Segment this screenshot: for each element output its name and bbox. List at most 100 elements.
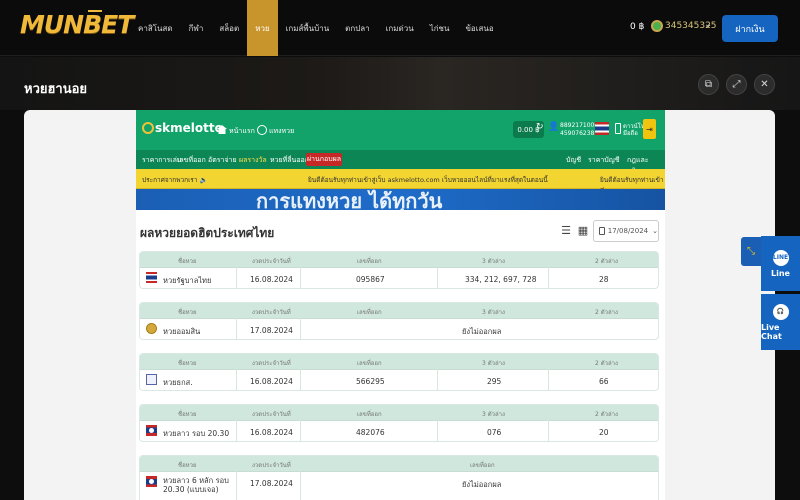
result-card: ชื่อหวย งวดประจำวันที่ เลขที่ออก 3 ตัวล่… bbox=[139, 404, 659, 442]
ticker-label-text: ประกาศจากพวกเรา bbox=[142, 176, 198, 184]
thai-flag-icon[interactable] bbox=[595, 122, 609, 135]
lotto-menu-account[interactable]: บัญชี bbox=[566, 155, 581, 166]
result-card: ชื่อหวย งวดประจำวันที่ เลขที่ออก 3 ตัวล่… bbox=[139, 251, 659, 289]
card-header: ชื่อหวย งวดประจำวันที่ เลขที่ออก 3 ตัวล่… bbox=[140, 303, 658, 318]
lotto-menu-results[interactable]: ผลรางวัล bbox=[239, 155, 267, 166]
nav-item-fishing[interactable]: ตกปลา bbox=[337, 0, 378, 56]
card-body: หวยลาว รอบ 20.30 16.08.2024 482076 076 2… bbox=[140, 420, 658, 441]
lotto-menu-closed[interactable]: หวยที่ลื่นออก bbox=[270, 155, 309, 166]
brand-logo[interactable]: MUNBET bbox=[20, 10, 134, 39]
header-two: 2 ตัวล่าง bbox=[595, 360, 618, 367]
header-number: เลขที่ออก bbox=[357, 258, 382, 265]
mobile-icon bbox=[615, 123, 621, 134]
nav-item-local-games[interactable]: เกมส์พื้นบ้าน bbox=[278, 0, 338, 56]
line-icon: LINE bbox=[772, 249, 789, 266]
card-header: ชื่อหวย งวดประจำวันที่ เลขที่ออก 3 ตัวล่… bbox=[140, 252, 658, 267]
user-icon: 👤 bbox=[548, 122, 560, 132]
row-number: 482076 bbox=[356, 428, 385, 437]
result-card: ชื่อหวย งวดประจำวันที่ เลขที่ออก 3 ตัวล่… bbox=[139, 353, 659, 391]
page-title: หวยฮานอย bbox=[24, 82, 88, 97]
column-divider bbox=[236, 267, 237, 288]
header-number: เลขที่ออก bbox=[357, 411, 382, 418]
thai-flag-icon bbox=[146, 272, 157, 283]
row-two: 28 bbox=[599, 275, 609, 284]
lotto-menu-check-results[interactable]: ผ่านกอบผล bbox=[306, 153, 342, 166]
results-title: ผลหวยยอดฮิตประเทศไทย bbox=[140, 226, 275, 240]
headset-icon: 🎧 bbox=[772, 303, 789, 320]
header-date: งวดประจำวันที่ bbox=[252, 309, 291, 316]
seal-icon bbox=[146, 323, 157, 334]
column-divider bbox=[236, 318, 237, 339]
nav-item-sports[interactable]: กีฬา bbox=[181, 0, 212, 56]
row-name: หวยออมสิน bbox=[163, 327, 201, 336]
row-two: 20 bbox=[599, 428, 609, 437]
home-label: หน้าแรก bbox=[229, 127, 255, 135]
header-name: ชื่อหวย bbox=[178, 360, 197, 367]
lotto-menu-numbers[interactable]: เลขที่ออก bbox=[177, 155, 206, 166]
header-date: งวดประจำวันที่ bbox=[252, 462, 291, 469]
header-number: เลขที่ออก bbox=[470, 462, 495, 469]
result-card: ชื่อหวย งวดประจำวันที่ เลขที่ออก หวยลาว … bbox=[139, 455, 659, 500]
column-divider bbox=[236, 369, 237, 390]
row-date: 17.08.2024 bbox=[250, 326, 293, 335]
promo-banner[interactable]: การแทงหวย ได้ทุกวัน bbox=[136, 189, 665, 210]
lotto-home-link[interactable]: หน้าแรก bbox=[217, 125, 255, 137]
header-name: ชื่อหวย bbox=[178, 462, 197, 469]
chevron-down-icon: ⌄ bbox=[652, 227, 658, 235]
fullscreen-icon[interactable]: ⤢ bbox=[726, 74, 747, 95]
lotto-menu-account-rates[interactable]: ราคาบัญชี bbox=[588, 155, 619, 166]
nav-item-cockfight[interactable]: ไก่ชน bbox=[422, 0, 458, 56]
grid-view-icon[interactable]: ▦ bbox=[576, 220, 590, 240]
header-name: ชื่อหวย bbox=[178, 411, 197, 418]
nav-item-lottery[interactable]: หวย bbox=[247, 0, 278, 56]
nav-item-quick-games[interactable]: เกมด่วน bbox=[378, 0, 422, 56]
line-contact-button[interactable]: LINE Line bbox=[761, 236, 800, 291]
lotto-bet-link[interactable]: แทงหวย bbox=[257, 125, 294, 137]
header-two: 2 ตัวล่าง bbox=[595, 258, 618, 265]
credit-amount: 0 ฿ bbox=[630, 22, 645, 32]
row-three: 334, 212, 697, 728 bbox=[465, 275, 537, 284]
lotto-menu-payout[interactable]: อัตราจ่าย bbox=[208, 155, 237, 166]
row-date: 17.08.2024 bbox=[250, 479, 293, 488]
lotto-menu-rates[interactable]: ราคาการเล่น bbox=[142, 155, 182, 166]
logout-icon[interactable]: ⇥ bbox=[643, 119, 656, 139]
open-external-icon[interactable]: ⧉ bbox=[698, 74, 719, 95]
column-divider bbox=[236, 471, 237, 500]
ticker-text: ยินดีต้อนรับทุกท่านเข้าสู่เว็บ askmelott… bbox=[308, 176, 548, 184]
close-icon[interactable]: ✕ bbox=[754, 74, 775, 95]
row-name: หวยรัฐบาลไทย bbox=[163, 276, 212, 285]
collapse-sidebar-icon[interactable]: ⤡ bbox=[741, 237, 761, 266]
column-divider bbox=[300, 369, 301, 390]
card-body: หวยธกส. 16.08.2024 566295 295 66 bbox=[140, 369, 658, 390]
row-three: 076 bbox=[487, 428, 502, 437]
live-chat-button[interactable]: 🎧 Live Chat bbox=[761, 294, 800, 350]
refresh-icon[interactable]: ↻ bbox=[536, 122, 544, 132]
header-date: งวดประจำวันที่ bbox=[252, 411, 291, 418]
header-three: 3 ตัวล่าง bbox=[482, 360, 505, 367]
card-body: หวยลาว 6 หลัก รอบ 20.30 (แบบเจอ) 17.08.2… bbox=[140, 471, 658, 500]
column-divider bbox=[300, 420, 301, 441]
nav-item-casino[interactable]: คาสิโนสด bbox=[130, 0, 181, 56]
row-name: หวยธกส. bbox=[163, 378, 193, 387]
chevron-down-icon[interactable]: ⌄ bbox=[704, 19, 712, 30]
home-icon bbox=[217, 125, 227, 134]
header-three: 3 ตัวล่าง bbox=[482, 411, 505, 418]
date-picker[interactable]: 17/08/2024 ⌄ bbox=[593, 220, 659, 242]
list-view-icon[interactable]: ☰ bbox=[559, 220, 573, 240]
ticker-label: ประกาศจากพวกเรา 🔈 bbox=[142, 175, 208, 185]
bank-logo-icon bbox=[146, 374, 157, 385]
header-name: ชื่อหวย bbox=[178, 258, 197, 265]
deposit-button[interactable]: ฝากเงิน bbox=[722, 15, 778, 42]
header-date: งวดประจำวันที่ bbox=[252, 360, 291, 367]
lotto-logo[interactable]: skmelotto bbox=[142, 121, 223, 135]
bet-label: แทงหวย bbox=[269, 127, 295, 135]
header-date: งวดประจำวันที่ bbox=[252, 258, 291, 265]
nav-item-promotions[interactable]: ข้อเสนอ bbox=[457, 0, 501, 56]
row-date: 16.08.2024 bbox=[250, 428, 293, 437]
nav-item-slots[interactable]: สล็อต bbox=[211, 0, 247, 56]
main-nav: คาสิโนสด กีฬา สล็อต หวย เกมส์พื้นบ้าน ตก… bbox=[130, 0, 502, 56]
header-two: 2 ตัวล่าง bbox=[595, 411, 618, 418]
column-divider bbox=[548, 369, 549, 390]
line-label: Line bbox=[771, 268, 790, 278]
coin-icon bbox=[651, 20, 663, 32]
